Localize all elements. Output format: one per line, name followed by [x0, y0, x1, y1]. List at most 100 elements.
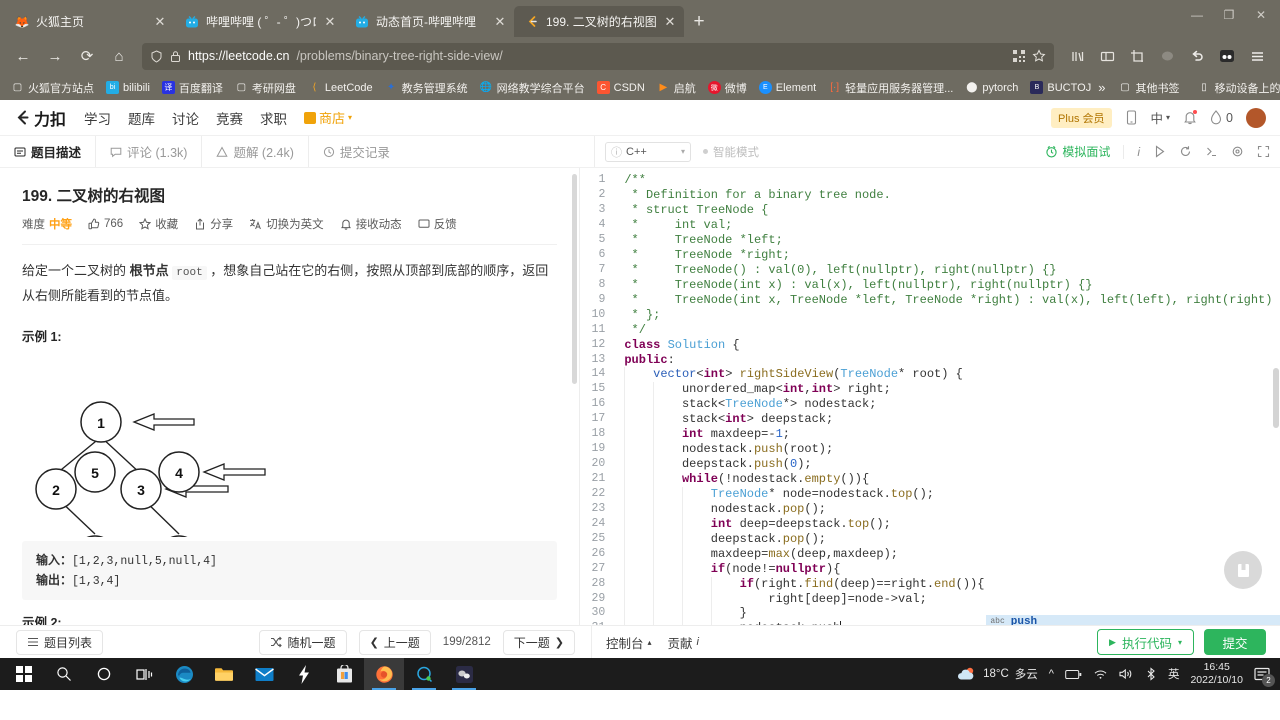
- other-bookmarks-folder[interactable]: ▢ 其他书签: [1113, 78, 1184, 98]
- contribute-link[interactable]: 贡献 i: [668, 633, 699, 652]
- chevron-up-icon[interactable]: ^: [1049, 668, 1054, 680]
- edge-icon[interactable]: [164, 658, 204, 690]
- code-text[interactable]: public:: [614, 353, 1280, 368]
- leetcode-logo[interactable]: 力扣: [14, 106, 66, 130]
- mail-icon[interactable]: [244, 658, 284, 690]
- problem-scrollbar[interactable]: [572, 174, 578, 385]
- bluetooth-icon[interactable]: [1145, 667, 1157, 681]
- code-text[interactable]: * TreeNode(int x) : val(x), left(nullptr…: [614, 278, 1280, 293]
- autocomplete-popup[interactable]: abc push: [986, 615, 1280, 626]
- code-text[interactable]: int deep=deepstack.top();: [614, 516, 1280, 532]
- tab-submissions[interactable]: 提交记录: [309, 136, 404, 168]
- notification-center-icon[interactable]: 2: [1254, 667, 1275, 687]
- code-text[interactable]: if(right.find(deep)==right.end()){: [614, 576, 1280, 592]
- nav-item-contest[interactable]: 竞赛: [216, 108, 243, 128]
- ime-indicator[interactable]: 英: [1168, 666, 1180, 682]
- bookmark-item[interactable]: 🌐 网络教学综合平台: [475, 78, 590, 98]
- code-text[interactable]: nodestack.pop();: [614, 501, 1280, 517]
- code-text[interactable]: stack<TreeNode*> nodestack;: [614, 397, 1280, 413]
- code-text[interactable]: right[deep]=node->val;: [614, 591, 1280, 607]
- avatar[interactable]: [1246, 107, 1266, 128]
- code-text[interactable]: */: [614, 323, 1280, 338]
- mobile-icon[interactable]: [1125, 110, 1138, 125]
- bookmark-item[interactable]: B BUCTOJ: [1025, 79, 1096, 96]
- code-text[interactable]: TreeNode* node=nodestack.top();: [614, 486, 1280, 502]
- prev-problem-button[interactable]: ❮ 上一题: [358, 629, 431, 655]
- bookmark-item[interactable]: [·] 轻量应用服务器管理...: [823, 78, 958, 98]
- qq-icon[interactable]: [404, 658, 444, 690]
- close-icon[interactable]: ✕: [492, 14, 508, 30]
- wifi-icon[interactable]: [1093, 668, 1108, 680]
- note-button[interactable]: [1224, 551, 1262, 590]
- browser-tab[interactable]: 🦊 火狐主页 ✕: [4, 6, 174, 37]
- plus-badge[interactable]: Plus 会员: [1051, 107, 1112, 128]
- lightning-icon[interactable]: [284, 658, 324, 690]
- code-text[interactable]: * };: [614, 308, 1280, 323]
- code-text[interactable]: stack<int> deepstack;: [614, 412, 1280, 428]
- favorite-button[interactable]: 收藏: [139, 216, 178, 232]
- hamburger-menu-icon[interactable]: [1242, 42, 1272, 70]
- battery-icon[interactable]: [1065, 669, 1082, 680]
- code-text[interactable]: * TreeNode(int x, TreeNode *left, TreeNo…: [614, 293, 1280, 308]
- new-tab-button[interactable]: +: [684, 7, 714, 37]
- extension-icon[interactable]: [1152, 42, 1182, 70]
- bookmark-item[interactable]: ✦ 教务管理系统: [380, 78, 473, 98]
- code-text[interactable]: deepstack.push(0);: [614, 457, 1280, 473]
- next-problem-button[interactable]: 下一题 ❯: [502, 629, 575, 655]
- code-editor[interactable]: 1/** 2 * Definition for a binary tree nod…: [580, 168, 1280, 626]
- address-bar[interactable]: https://leetcode.cn/problems/binary-tree…: [142, 42, 1054, 70]
- code-text[interactable]: vector<int> rightSideView(TreeNode* root…: [614, 367, 1280, 383]
- cortana-icon[interactable]: [84, 658, 124, 690]
- maximize-button[interactable]: ❐: [1214, 4, 1244, 26]
- bookmark-item[interactable]: ⬤ pytorch: [960, 79, 1023, 96]
- code-text[interactable]: class Solution {: [614, 338, 1280, 353]
- tab-comments[interactable]: 评论 (1.3k): [96, 136, 201, 168]
- nav-item-shop[interactable]: 商店 ▾: [304, 108, 352, 127]
- streak-counter[interactable]: 0: [1210, 110, 1233, 125]
- reload-icon[interactable]: ⟳: [72, 42, 102, 70]
- code-text[interactable]: * struct TreeNode {: [614, 203, 1280, 218]
- code-text[interactable]: * int val;: [614, 218, 1280, 233]
- code-text[interactable]: deepstack.pop();: [614, 531, 1280, 547]
- fullscreen-icon[interactable]: [1257, 145, 1270, 158]
- run-icon[interactable]: [1153, 145, 1166, 158]
- switch-english-button[interactable]: 切换为英文: [249, 216, 324, 232]
- weather-widget[interactable]: 18°C 多云: [957, 666, 1038, 682]
- random-problem-button[interactable]: 随机一题: [258, 629, 347, 655]
- close-icon[interactable]: ✕: [662, 14, 678, 30]
- browser-tab[interactable]: 动态首页-哔哩哔哩 ✕: [344, 6, 514, 37]
- firefox-icon[interactable]: [364, 658, 404, 690]
- console-icon[interactable]: [1205, 145, 1218, 158]
- account-icon[interactable]: [1212, 42, 1242, 70]
- code-text[interactable]: int maxdeep=-1;: [614, 427, 1280, 443]
- library-icon[interactable]: [1062, 42, 1092, 70]
- code-text[interactable]: nodestack.push(root);: [614, 442, 1280, 458]
- info-icon[interactable]: i: [1137, 145, 1140, 159]
- bookmark-item[interactable]: ▢ 考研网盘: [230, 78, 301, 98]
- sidebar-icon[interactable]: [1092, 42, 1122, 70]
- store-icon[interactable]: [324, 658, 364, 690]
- bookmark-item[interactable]: E Element: [754, 79, 821, 96]
- autocomplete-item[interactable]: push: [1011, 615, 1037, 625]
- bookmark-item[interactable]: 译百度翻译: [157, 78, 228, 98]
- search-icon[interactable]: [44, 658, 84, 690]
- nav-item-problems[interactable]: 题库: [128, 108, 155, 128]
- close-icon[interactable]: ✕: [152, 14, 168, 30]
- bookmark-item[interactable]: ⟨ LeetCode: [303, 79, 378, 96]
- reset-icon[interactable]: [1179, 145, 1192, 158]
- close-window-button[interactable]: ✕: [1246, 4, 1276, 26]
- code-text[interactable]: unordered_map<int,int> right;: [614, 382, 1280, 398]
- problem-list-button[interactable]: 题目列表: [16, 629, 104, 655]
- tab-description[interactable]: 题目描述: [0, 136, 95, 168]
- code-text[interactable]: maxdeep=max(deep,maxdeep);: [614, 546, 1280, 562]
- run-code-button[interactable]: ▶ 执行代码 ▾: [1097, 629, 1194, 656]
- nav-item-jobs[interactable]: 求职: [260, 108, 287, 128]
- settings-icon[interactable]: [1231, 145, 1244, 158]
- nav-item-study[interactable]: 学习: [84, 108, 111, 128]
- wechatdev-icon[interactable]: [444, 658, 484, 690]
- bookmark-item[interactable]: C CSDN: [592, 79, 650, 96]
- screenshot-icon[interactable]: [1122, 42, 1152, 70]
- code-text[interactable]: if(node!=nullptr){: [614, 561, 1280, 577]
- volume-icon[interactable]: [1119, 668, 1134, 680]
- code-text[interactable]: * Definition for a binary tree node.: [614, 188, 1280, 203]
